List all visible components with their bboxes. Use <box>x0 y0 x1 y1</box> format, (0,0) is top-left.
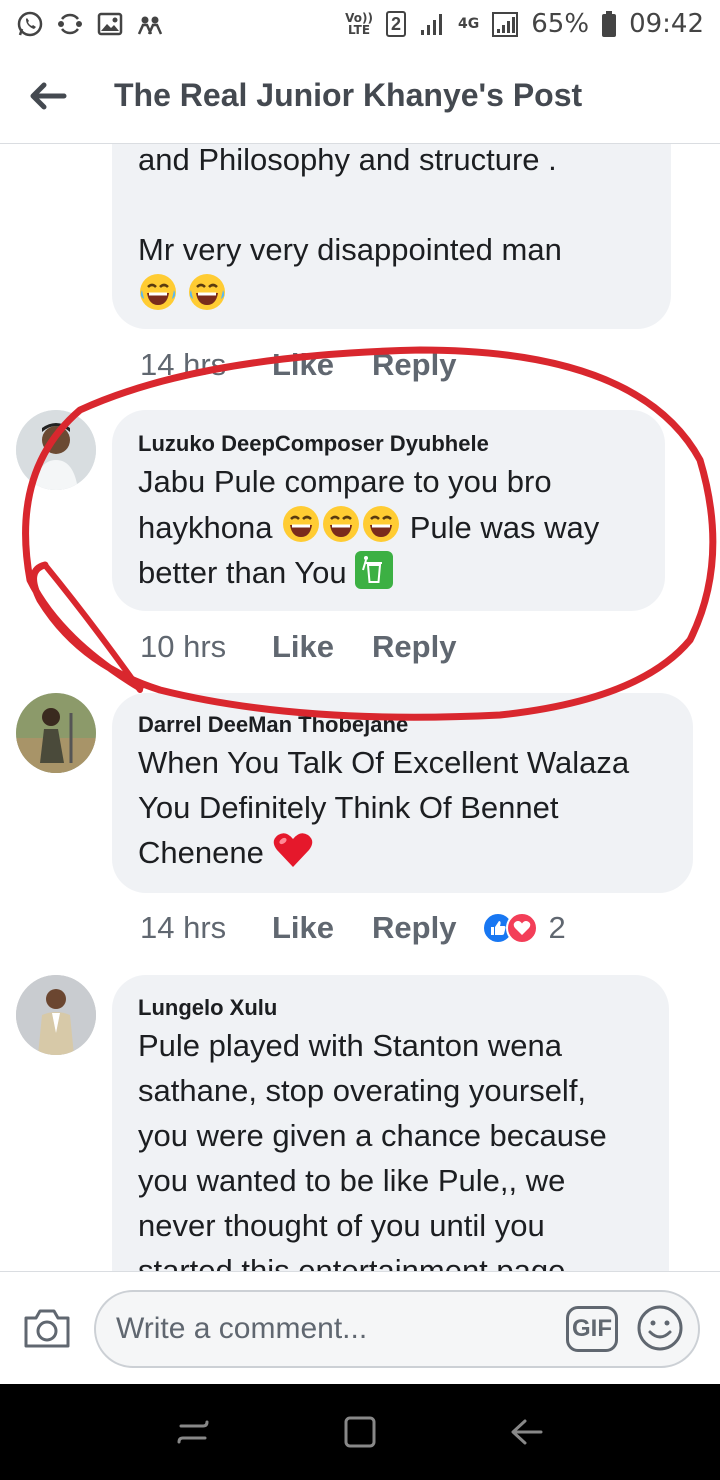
comment-text-line: Mr very very disappointed man <box>138 232 562 267</box>
comment-author[interactable]: Lungelo Xulu <box>138 993 643 1023</box>
comment-input[interactable] <box>116 1304 536 1354</box>
reply-button[interactable]: Reply <box>372 347 456 383</box>
comment-input-wrapper: GIF <box>94 1290 700 1368</box>
gif-button[interactable]: GIF <box>566 1306 618 1352</box>
arrow-left-icon <box>30 82 67 109</box>
comment-meta: 10 hrs Like Reply <box>140 625 494 669</box>
people-icon <box>136 10 164 38</box>
laughing-emoji-icon <box>283 506 320 542</box>
whatsapp-icon <box>16 10 44 38</box>
trash-bin-icon <box>355 551 394 589</box>
comment-text-line: started this entertainment page <box>138 1253 566 1271</box>
comments-feed[interactable]: and Philosophy and structure . Mr very v… <box>0 144 720 1271</box>
system-nav-bar <box>0 1384 720 1480</box>
camera-icon <box>24 1309 70 1348</box>
comment-text-line: better than You <box>138 550 639 595</box>
status-bar: Vo)) LTE 2 4G 65% 09:42 <box>0 0 720 48</box>
network-type: 4G <box>458 16 480 32</box>
sync-icon <box>56 10 84 38</box>
volte-label: Vo)) LTE <box>345 11 373 37</box>
signal-strength-icon <box>491 10 519 38</box>
like-button[interactable]: Like <box>272 347 334 383</box>
emoji-row <box>138 272 645 318</box>
back-button[interactable] <box>0 48 96 144</box>
app-header: The Real Junior Khanye's Post <box>0 48 720 144</box>
laughing-emoji-icon <box>363 506 400 542</box>
comment-meta: 14 hrs Like Reply 2 <box>140 906 566 950</box>
like-button[interactable]: Like <box>272 910 334 946</box>
reply-button[interactable]: Reply <box>372 910 456 946</box>
love-reaction-icon <box>506 912 539 944</box>
comment-bubble: and Philosophy and structure . Mr very v… <box>112 144 671 329</box>
avatar[interactable] <box>16 410 96 490</box>
comment-bubble: Lungelo Xulu Pule played with Stanton we… <box>112 975 669 1271</box>
comment-text-line: and Philosophy and structure . <box>138 144 557 177</box>
comment-bubble: Luzuko DeepComposer Dyubhele Jabu Pule c… <box>112 410 665 611</box>
laughing-emoji-icon <box>140 274 176 310</box>
comment-text-line: you were given a chance because <box>138 1118 607 1153</box>
comment-author[interactable]: Luzuko DeepComposer Dyubhele <box>138 429 639 459</box>
comment-text-line: sathane, stop overating yourself, <box>138 1073 587 1108</box>
comment-bubble: Darrel DeeMan Thobejane When You Talk Of… <box>112 693 693 893</box>
avatar[interactable] <box>16 975 96 1055</box>
red-heart-icon <box>274 833 313 867</box>
comment-text-line: never thought of you until you <box>138 1208 545 1243</box>
signal-icon <box>418 10 446 38</box>
gallery-icon <box>96 10 124 38</box>
battery-icon <box>601 10 617 38</box>
comment-author[interactable]: Darrel DeeMan Thobejane <box>138 710 667 740</box>
reply-button[interactable]: Reply <box>372 629 456 665</box>
laughing-emoji-icon <box>188 274 225 310</box>
clock: 09:42 <box>629 9 704 39</box>
reaction-count: 2 <box>548 910 566 945</box>
comment-text-line: When You Talk Of Excellent Walaza <box>138 745 630 780</box>
comment-text-line <box>138 182 645 227</box>
avatar[interactable] <box>16 693 96 773</box>
comment-text-line: Pule played with Stanton wena <box>138 1028 562 1063</box>
laughing-emoji-icon <box>323 506 360 542</box>
comment-text-line: Chenene <box>138 830 667 875</box>
camera-button[interactable] <box>20 1301 74 1355</box>
back-nav-button[interactable] <box>497 1402 557 1462</box>
recent-apps-icon <box>177 1420 209 1444</box>
page-title: The Real Junior Khanye's Post <box>114 77 583 113</box>
comment-time: 10 hrs <box>140 629 227 664</box>
like-button[interactable]: Like <box>272 629 334 665</box>
comment-composer: GIF <box>0 1271 720 1384</box>
comment-text-line: You Definitely Think Of Bennet <box>138 790 559 825</box>
comment-text-line: haykhona Pule was way <box>138 504 639 550</box>
home-button[interactable] <box>330 1402 390 1462</box>
sim-badge: 2 <box>386 11 407 37</box>
comment-text-line: you wanted to be like Pule,, we <box>138 1163 566 1198</box>
comment-text-line: Jabu Pule compare to you bro <box>138 464 552 499</box>
emoji-picker-icon[interactable] <box>636 1304 684 1352</box>
comment-time: 14 hrs <box>140 347 227 382</box>
reaction-summary[interactable]: 2 <box>482 910 566 946</box>
back-nav-icon <box>511 1419 543 1445</box>
home-icon <box>344 1416 376 1448</box>
comment-meta: 14 hrs Like Reply <box>140 343 494 387</box>
comment-time: 14 hrs <box>140 910 227 945</box>
battery-percent: 65% <box>531 9 590 39</box>
recent-apps-button[interactable] <box>163 1402 223 1462</box>
